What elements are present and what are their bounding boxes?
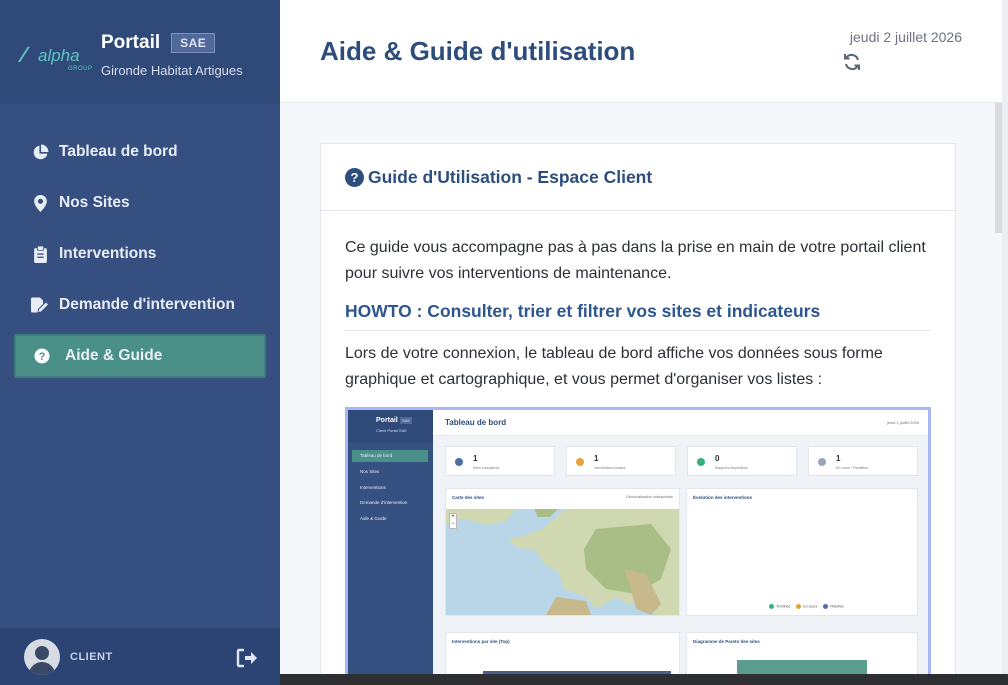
logo-sub: GROUP xyxy=(68,66,93,72)
guide-card-header: ? Guide d'Utilisation - Espace Client xyxy=(321,144,955,211)
evolution-legend: Terminée En cours Planifiée xyxy=(769,604,844,609)
refresh-icon[interactable] xyxy=(842,52,862,72)
legend-item: Planifiée xyxy=(823,604,843,609)
sidebar-item-interventions[interactable]: Interventions xyxy=(14,232,266,276)
sidebar-nav: Tableau de bord Nos Sites Interventions … xyxy=(0,130,280,385)
kpi-label: Sites enregistrés xyxy=(473,466,500,470)
screenshot-badge: SAE xyxy=(400,417,413,424)
edit-document-icon xyxy=(30,295,50,315)
screenshot-brand: Portail xyxy=(376,417,398,424)
howto-heading: HOWTO : Consulter, trier et filtrer vos … xyxy=(345,301,931,331)
screenshot-kpi: 1 En cours / Planifiées xyxy=(808,446,918,476)
sidebar-item-label: Nos Sites xyxy=(59,194,130,211)
kpi-label: Interventions totales xyxy=(594,466,626,470)
sidebar-item-label: Aide & Guide xyxy=(65,347,163,364)
brand-subtitle: Gironde Habitat Artigues xyxy=(101,63,243,78)
avatar[interactable] xyxy=(24,638,60,675)
guide-body: Ce guide vous accompagne pas à pas dans … xyxy=(321,211,955,685)
alpha-group-logo[interactable]: ∕ alpha GROUP xyxy=(22,38,92,78)
user-role-label: CLIENT xyxy=(70,650,113,663)
legend-item: En cours xyxy=(796,604,817,609)
sidebar-header: ∕ alpha GROUP Portail SAE Gironde Habita… xyxy=(0,0,280,104)
question-circle-icon: ? xyxy=(32,346,52,366)
screenshot-kpi: 1 Sites enregistrés xyxy=(445,446,555,476)
sidebar-item-label: Tableau de bord xyxy=(59,143,178,160)
screenshot-evolution-panel: Évolution des interventions Terminée En … xyxy=(686,488,918,616)
sidebar-footer: CLIENT xyxy=(0,628,280,685)
kpi-pin-icon xyxy=(455,458,463,466)
kpi-check-icon xyxy=(697,458,705,466)
howto-text: Lors de votre connexion, le tableau de b… xyxy=(345,345,883,388)
screenshot-brand-sub: Client Portal SAE xyxy=(376,428,407,433)
guide-intro: Ce guide vous accompagne pas à pas dans … xyxy=(345,239,926,282)
sites-map: + − xyxy=(446,509,679,615)
screenshot-title: Tableau de bord xyxy=(445,418,507,427)
screenshot-map-panel: Carte des sites Géolocalisation indispon… xyxy=(445,488,680,616)
guide-title: Guide d'Utilisation - Espace Client xyxy=(368,166,653,187)
svg-text:?: ? xyxy=(39,351,46,363)
legend-item: Terminée xyxy=(769,604,790,609)
map-zoom-control: + − xyxy=(449,513,457,529)
screenshot-nav-item: Interventions xyxy=(360,485,386,490)
sidebar-item-label: Demande d'intervention xyxy=(59,296,235,313)
dashboard-screenshot: Portail SAE Client Portal SAE Tableau de… xyxy=(345,407,931,685)
kpi-spinner-icon xyxy=(818,458,826,466)
logout-icon[interactable] xyxy=(236,648,258,668)
kpi-label: Rapports disponibles xyxy=(715,466,748,470)
page-scroll-track xyxy=(1002,0,1008,685)
top-header: Aide & Guide d'utilisation jeudi 2 juill… xyxy=(280,0,1002,103)
logo-word: alpha xyxy=(38,46,80,65)
brand-title: Portail xyxy=(101,32,161,53)
sidebar: ∕ alpha GROUP Portail SAE Gironde Habita… xyxy=(0,0,280,685)
sidebar-item-aide-guide[interactable]: ? Aide & Guide xyxy=(14,334,266,378)
bottom-bar xyxy=(280,674,1008,685)
brand: Portail SAE Gironde Habitat Artigues xyxy=(101,32,243,78)
clipboard-icon xyxy=(30,244,50,264)
map-pin-icon xyxy=(30,193,50,213)
question-circle-icon: ? xyxy=(345,167,364,187)
kpi-value: 0 xyxy=(715,454,720,463)
page-title: Aide & Guide d'utilisation xyxy=(320,36,636,66)
kpi-clipboard-icon xyxy=(576,458,584,466)
page-scrollbar[interactable] xyxy=(995,103,1002,233)
top-sites-panel-title: Interventions par site (Top) xyxy=(452,639,510,644)
screenshot-nav-item: Nos Sites xyxy=(360,469,380,474)
screenshot-kpi: 0 Rapports disponibles xyxy=(687,446,797,476)
screenshot-date: jeudi 2 juillet 2026 xyxy=(886,420,919,425)
kpi-value: 1 xyxy=(594,454,599,463)
screenshot-kpi: 1 Interventions totales xyxy=(566,446,676,476)
map-panel-note: Géolocalisation indisponible xyxy=(625,495,673,499)
screenshot-sidebar: Portail SAE Client Portal SAE Tableau de… xyxy=(348,410,433,684)
screenshot-nav-item: Tableau de bord xyxy=(352,450,428,462)
kpi-value: 1 xyxy=(836,454,841,463)
map-panel-title: Carte des sites xyxy=(452,495,485,500)
evolution-panel-title: Évolution des interventions xyxy=(693,495,753,500)
pie-chart-icon xyxy=(30,142,50,162)
current-date: jeudi 2 juillet 2026 xyxy=(849,29,962,45)
screenshot-nav-item: Demande d'intervention xyxy=(360,500,408,505)
pareto-panel-title: Diagramme de Pareto des sites xyxy=(693,639,760,644)
sidebar-item-demande-intervention[interactable]: Demande d'intervention xyxy=(14,283,266,327)
sidebar-item-nos-sites[interactable]: Nos Sites xyxy=(14,181,266,225)
sidebar-item-tableau-de-bord[interactable]: Tableau de bord xyxy=(14,130,266,174)
logo-mark-icon: ∕ xyxy=(22,42,26,67)
kpi-value: 1 xyxy=(473,454,478,463)
brand-badge: SAE xyxy=(171,33,216,53)
sidebar-item-label: Interventions xyxy=(59,245,157,262)
kpi-label: En cours / Planifiées xyxy=(836,466,868,470)
guide-card: ? Guide d'Utilisation - Espace Client Ce… xyxy=(320,143,956,685)
screenshot-header: Tableau de bord jeudi 2 juillet 2026 xyxy=(433,410,928,436)
screenshot-nav-item: Aide & Guide xyxy=(360,516,387,521)
